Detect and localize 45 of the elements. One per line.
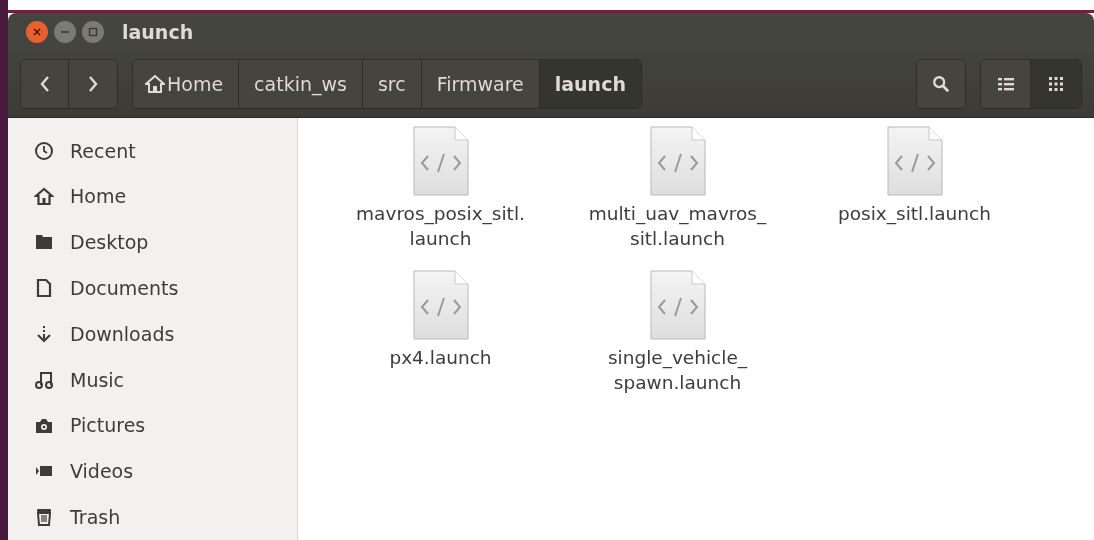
home-icon [145,75,165,93]
file-item[interactable]: px4.launch [322,270,559,414]
path-segment[interactable]: Home [133,60,240,108]
close-button[interactable] [26,21,48,43]
minimize-button[interactable] [54,21,76,43]
path-segment[interactable]: src [362,60,422,108]
list-view-button[interactable] [981,60,1031,108]
sidebar-item[interactable]: Recent [8,128,297,174]
forward-button[interactable] [69,60,117,108]
grid-view-icon [1049,77,1063,91]
file-item[interactable]: mavros_posix_sitl. launch [322,126,559,270]
code-file-icon [649,270,706,340]
sidebar-item[interactable]: Desktop [8,219,297,266]
list-view-icon [997,77,1014,91]
sidebar-item[interactable]: Trash [8,494,297,540]
home-icon [34,186,54,207]
sidebar-item[interactable]: Home [8,173,297,220]
sidebar-item[interactable]: Videos [8,448,297,495]
file-item[interactable]: multi_uav_mavros_ sitl.launch [559,126,796,270]
file-item[interactable]: single_vehicle_ spawn.launch [559,270,796,414]
clock-icon [34,140,54,161]
window-title: launch [122,19,194,45]
file-item[interactable]: posix_sitl.launch [796,126,1033,270]
code-file-icon [412,126,469,196]
path-segment[interactable]: catkin_ws [239,60,363,108]
maximize-icon [88,27,98,37]
trash-icon [34,507,54,528]
path-segment[interactable]: Firmware [421,60,540,108]
sidebar-item[interactable]: Downloads [8,311,297,357]
back-button[interactable] [21,60,69,108]
grid-view-button[interactable] [1031,60,1081,108]
close-icon [32,27,42,37]
music-note-icon [34,369,54,390]
code-file-icon [412,270,469,340]
sidebar-item[interactable]: Documents [8,265,297,312]
search-icon [932,74,950,94]
maximize-button[interactable] [82,21,104,43]
download-icon [34,324,54,345]
code-file-icon [886,126,943,196]
sidebar-item[interactable]: Music [8,357,297,403]
sidebar-item[interactable]: Pictures [8,402,297,449]
document-icon [34,278,54,299]
path-segment[interactable]: launch [539,60,641,108]
search-button[interactable] [917,60,965,108]
code-file-icon [649,126,706,196]
